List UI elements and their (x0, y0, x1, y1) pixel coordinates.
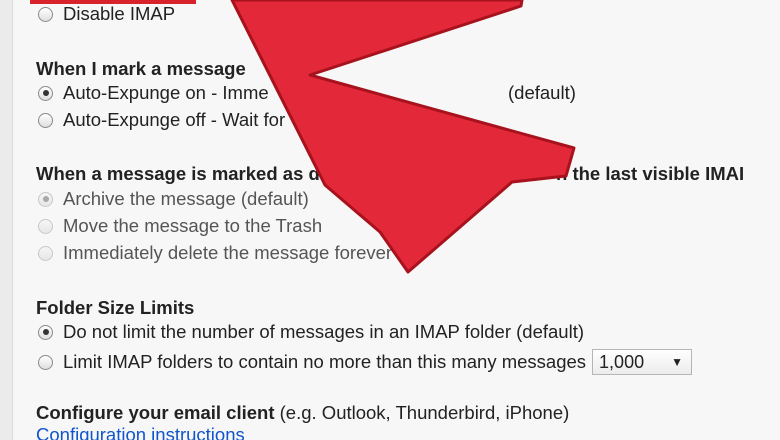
deleted-heading: When a message is marked as del d expung… (36, 163, 744, 185)
archive-message-label: Archive the message (default) (63, 188, 309, 209)
configure-client-heading: Configure your email client (e.g. Outloo… (36, 402, 569, 424)
disable-imap-label: Disable IMAP (63, 3, 176, 24)
auto-expunge-off-radio[interactable] (38, 112, 53, 128)
delete-forever-option[interactable]: Immediately delete the message forever (38, 240, 392, 266)
archive-message-radio[interactable] (38, 191, 53, 207)
disable-imap-radio[interactable] (38, 6, 53, 22)
no-limit-radio[interactable] (38, 324, 53, 340)
configure-client-title: Configure your email client (36, 402, 275, 423)
message-limit-select[interactable]: 1,000 ▼ (592, 349, 693, 375)
folder-size-heading: Folder Size Limits (36, 297, 195, 318)
move-to-trash-label: Move the message to the Trash (63, 215, 323, 236)
configuration-instructions-link[interactable]: Configuration instructions (36, 424, 245, 440)
chevron-down-icon: ▼ (671, 355, 684, 369)
configure-client-examples: (e.g. Outlook, Thunderbird, iPhone) (279, 402, 570, 423)
expunge-heading: When I mark a message (36, 58, 246, 79)
delete-forever-label: Immediately delete the message forever (63, 242, 393, 263)
auto-expunge-off-option[interactable]: Auto-Expunge off - Wait for (38, 107, 285, 133)
message-limit-value: 1,000 (599, 351, 645, 372)
delete-forever-radio[interactable] (38, 245, 53, 261)
auto-expunge-on-suffix: (default) (508, 82, 576, 103)
deleted-heading-mid: d expunge (383, 163, 476, 184)
limit-folders-option[interactable]: Limit IMAP folders to contain no more th… (38, 349, 693, 375)
limit-folders-radio[interactable] (38, 354, 53, 370)
auto-expunge-on-label: Auto-Expunge on - Imme (63, 82, 269, 103)
move-to-trash-radio[interactable] (38, 218, 53, 234)
auto-expunge-on-radio[interactable] (38, 85, 53, 101)
no-limit-option[interactable]: Do not limit the number of messages in a… (38, 319, 584, 345)
limit-folders-label: Limit IMAP folders to contain no more th… (63, 351, 587, 372)
archive-message-option[interactable]: Archive the message (default) (38, 186, 309, 212)
deleted-heading-start: When a message is marked as del (36, 163, 336, 184)
auto-expunge-on-option[interactable]: Auto-Expunge on - Imme (default) (38, 80, 576, 106)
imap-settings-page: Disable IMAP When I mark a message Auto-… (0, 0, 780, 440)
deleted-heading-end: n the last visible IMAI (556, 163, 745, 184)
auto-expunge-off-label: Auto-Expunge off - Wait for (63, 109, 286, 130)
no-limit-label: Do not limit the number of messages in a… (63, 321, 584, 342)
move-to-trash-option[interactable]: Move the message to the Trash (38, 213, 322, 239)
disable-imap-option[interactable]: Disable IMAP (38, 1, 175, 27)
